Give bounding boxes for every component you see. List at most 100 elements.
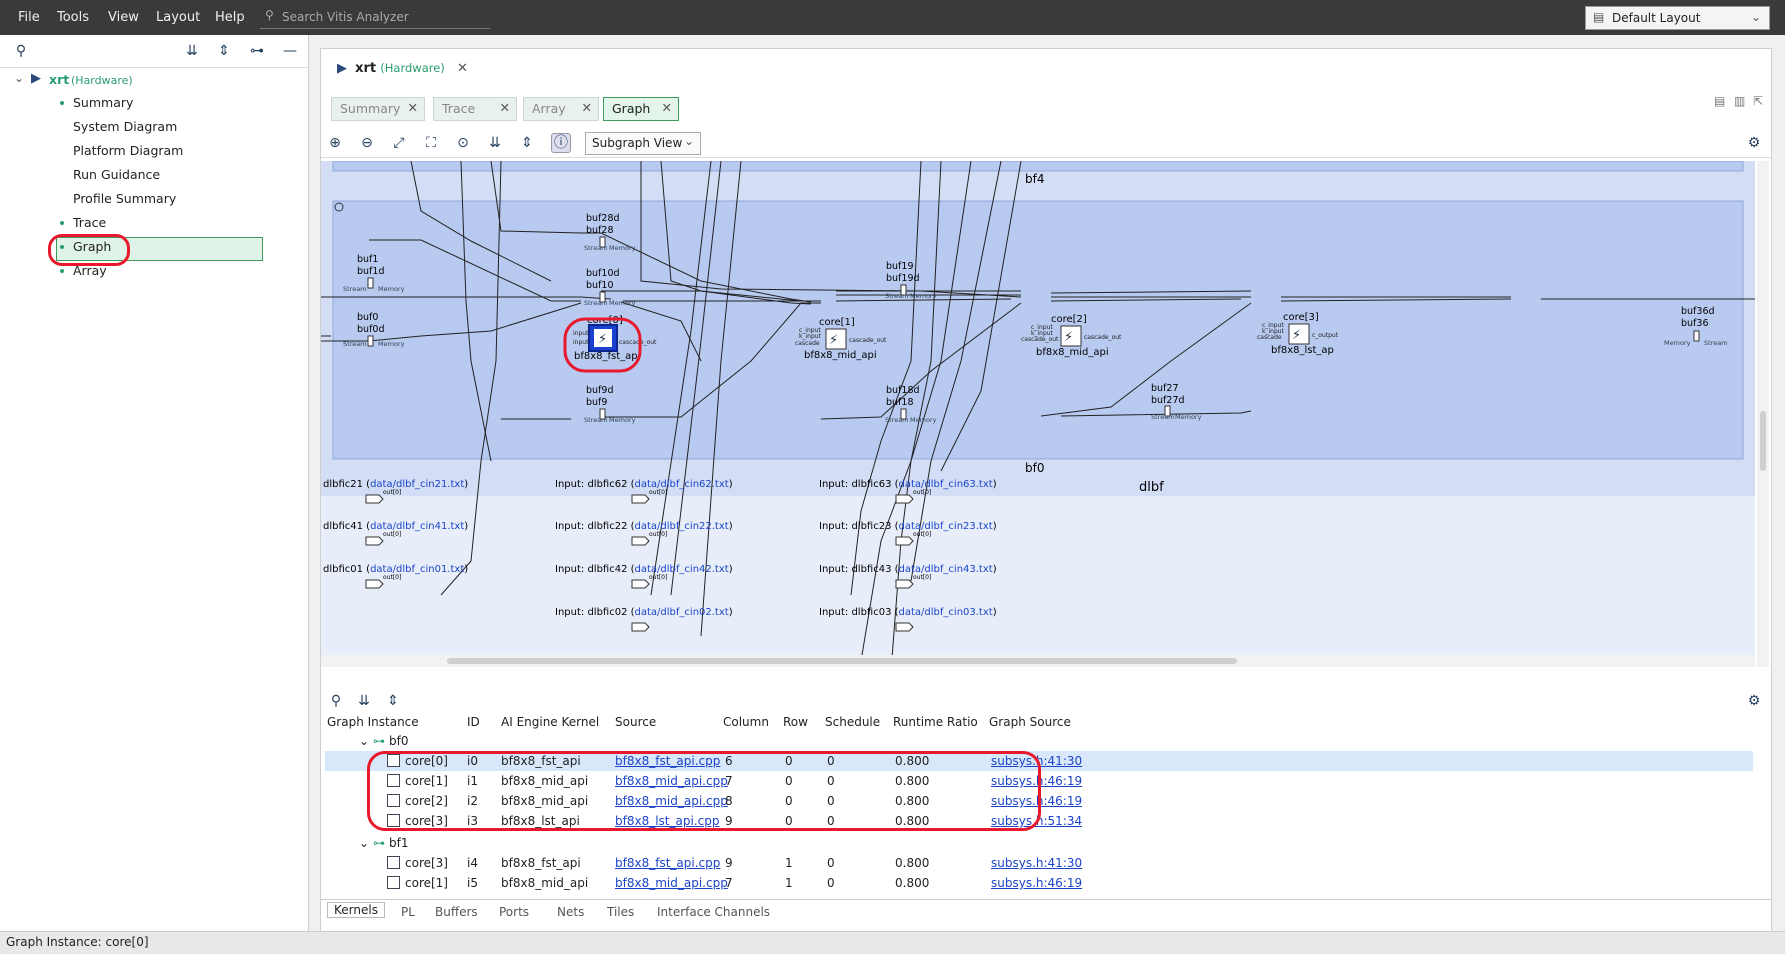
chevron-down-icon[interactable]: ⌄ (359, 734, 369, 748)
out-port-label: out[0] (383, 574, 401, 581)
table-row[interactable]: core[3] i4 bf8x8_fst_api bf8x8_fst_api.c… (325, 853, 1753, 873)
center-icon[interactable]: ⊙ (454, 134, 472, 152)
column-header[interactable]: Row (783, 715, 808, 729)
fit-view-icon[interactable]: ⤢ (390, 134, 408, 152)
cell-source-link[interactable]: bf8x8_fst_api.cpp (615, 856, 720, 870)
port-memory-label: Memory (378, 285, 405, 293)
tab-trace[interactable]: Trace ✕ (433, 97, 517, 121)
tab-ports[interactable]: Ports (499, 905, 529, 919)
buffer-b: buf10 (586, 280, 613, 291)
expand-all-icon[interactable]: ⇕ (384, 692, 402, 710)
minimize-icon[interactable]: — (281, 42, 299, 60)
tree-item-summary[interactable]: Summary (73, 95, 133, 110)
layout-horizontal-icon[interactable]: ▤ (1714, 94, 1725, 108)
popout-icon[interactable]: ⇱ (1753, 94, 1763, 108)
menu-tools[interactable]: Tools (57, 10, 89, 25)
tab-buffers[interactable]: Buffers (435, 905, 478, 919)
menu-layout[interactable]: Layout (156, 10, 200, 25)
tree-item-trace[interactable]: Trace (73, 215, 106, 230)
core-port-label: cascade_out (1084, 334, 1122, 341)
cell-graph-source-link[interactable]: subsys.h:46:19 (991, 876, 1082, 890)
cell-id: i5 (467, 876, 478, 890)
lightning-icon: ⚡ (829, 333, 838, 348)
search-icon[interactable]: ⚲ (12, 42, 30, 60)
menu-help[interactable]: Help (215, 10, 245, 25)
column-header[interactable]: Graph Source (989, 715, 1071, 729)
port-stream-label: Stream (584, 244, 608, 252)
tab-interface-channels[interactable]: Interface Channels (657, 905, 770, 919)
search-icon[interactable]: ⚲ (327, 692, 345, 710)
highlight-annotation-rows (367, 751, 1041, 831)
close-icon: ✕ (661, 100, 672, 115)
column-header[interactable]: Runtime Ratio (893, 715, 978, 729)
cell-ratio: 0.800 (895, 876, 930, 890)
table-group-row[interactable]: ⌄ ⊶ bf0 (325, 731, 1753, 751)
tab-graph[interactable]: Graph ✕ (603, 97, 679, 121)
zoom-selection-icon[interactable]: ⛶ (422, 134, 440, 152)
info-icon[interactable]: ⓘ (551, 133, 571, 153)
cell-schedule: 0 (827, 876, 835, 890)
input-label: Input: dlbfic62 (data/dlbf_cin62.txt) (555, 479, 733, 490)
tree-item-run-guidance[interactable]: Run Guidance (73, 167, 160, 182)
cell-source-link[interactable]: bf8x8_mid_api.cpp (615, 876, 728, 890)
tab-nets[interactable]: Nets (557, 905, 584, 919)
cell-instance: core[1] (405, 876, 448, 890)
gear-icon[interactable]: ⚙ (1745, 692, 1763, 710)
vertical-scrollbar[interactable] (1757, 161, 1769, 667)
tree-root-label[interactable]: xrt (49, 72, 69, 87)
status-text: Graph Instance: core[0] (6, 935, 149, 949)
chevron-down-icon: ⌄ (1750, 10, 1761, 24)
hierarchy-icon[interactable]: ⊶ (248, 42, 266, 60)
group-icon: ⊶ (373, 734, 385, 748)
column-header[interactable]: ID (467, 715, 480, 729)
status-dot-icon (60, 101, 64, 105)
core-name: core[2] (1051, 314, 1087, 325)
close-icon[interactable]: ✕ (457, 61, 468, 76)
expand-all-icon[interactable]: ⇕ (215, 42, 233, 60)
layout-select[interactable]: ▤ Default Layout ⌄ (1585, 6, 1770, 30)
zoom-out-icon[interactable]: ⊖ (358, 134, 376, 152)
core-port-label: cascade_out (1021, 336, 1059, 343)
column-header[interactable]: Schedule (825, 715, 880, 729)
menu-file[interactable]: File (18, 10, 40, 25)
buffer-a: buf27 (1151, 383, 1178, 394)
cell-kernel: bf8x8_mid_api (501, 876, 589, 890)
collapse-all-icon[interactable]: ⇊ (486, 134, 504, 152)
tab-kernels[interactable]: Kernels (327, 902, 385, 918)
tab-summary[interactable]: Summary ✕ (331, 97, 425, 121)
table-row[interactable]: core[1] i5 bf8x8_mid_api bf8x8_mid_api.c… (325, 873, 1753, 893)
collapse-all-icon[interactable]: ⇊ (355, 692, 373, 710)
global-search-input[interactable]: ⚲ Search Vitis Analyzer (260, 6, 490, 29)
expand-all-icon[interactable]: ⇕ (518, 134, 536, 152)
column-header[interactable]: Graph Instance (327, 715, 419, 729)
tab-tiles[interactable]: Tiles (607, 905, 634, 919)
close-icon: ✕ (581, 100, 592, 115)
menu-view[interactable]: View (108, 10, 139, 25)
table-group-row[interactable]: ⌄ ⊶ bf1 (325, 833, 1753, 853)
chevron-down-icon[interactable]: ⌄ (14, 71, 24, 85)
chevron-down-icon[interactable]: ⌄ (359, 836, 369, 850)
tab-array[interactable]: Array ✕ (523, 97, 599, 121)
gear-icon[interactable]: ⚙ (1745, 134, 1763, 152)
column-header[interactable]: Column (723, 715, 769, 729)
group-icon: ⊶ (373, 836, 385, 850)
port-memory-label: Memory (609, 244, 636, 252)
column-header[interactable]: AI Engine Kernel (501, 715, 599, 729)
subgraph-view-select[interactable]: Subgraph View ⌄ (585, 132, 701, 155)
input-label: Input: dlbfic23 (data/dlbf_cin23.txt) (819, 521, 997, 532)
layout-vertical-icon[interactable]: ▥ (1734, 94, 1745, 108)
graph-canvas[interactable]: bf4 bf0 dlbf buf28d buf28 buf1 buf1d buf… (321, 161, 1755, 667)
tree-item-profile-summary[interactable]: Profile Summary (73, 191, 176, 206)
cell-graph-source-link[interactable]: subsys.h:41:30 (991, 856, 1082, 870)
column-header[interactable]: Source (615, 715, 656, 729)
vertical-scrollbar-thumb[interactable] (1760, 411, 1766, 471)
port-memory-label: Memory (910, 292, 937, 300)
main-title-badge: (Hardware) (380, 61, 445, 75)
out-port-label: out[0] (913, 489, 931, 496)
zoom-in-icon[interactable]: ⊕ (326, 134, 344, 152)
collapse-all-icon[interactable]: ⇊ (183, 42, 201, 60)
port-stream-label: Stream (584, 416, 608, 424)
tab-pl[interactable]: PL (401, 905, 415, 919)
tree-item-platform-diagram[interactable]: Platform Diagram (73, 143, 183, 158)
tree-item-system-diagram[interactable]: System Diagram (73, 119, 177, 134)
